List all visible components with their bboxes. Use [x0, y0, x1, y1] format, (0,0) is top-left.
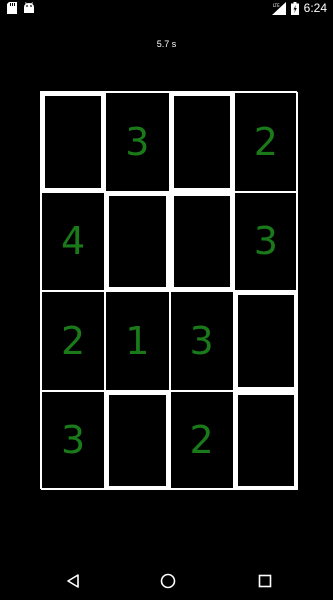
grid-cell[interactable] — [169, 191, 234, 291]
back-icon[interactable] — [63, 572, 83, 590]
navigation-bar — [0, 560, 333, 600]
battery-charging-icon — [290, 1, 299, 15]
signal-lte-icon: LTE — [271, 1, 286, 15]
svg-text:LTE: LTE — [273, 3, 280, 8]
grid-cell[interactable] — [105, 390, 170, 490]
status-bar: LTE 6:24 — [0, 0, 333, 20]
game-board: 324321332 — [40, 91, 298, 490]
home-icon[interactable] — [158, 572, 178, 590]
grid-cell[interactable]: 3 — [233, 191, 298, 291]
grid-cell[interactable]: 3 — [169, 291, 234, 391]
recents-icon[interactable] — [255, 572, 275, 590]
clock: 6:24 — [303, 1, 327, 15]
grid-cell[interactable]: 3 — [105, 92, 170, 192]
grid-cell[interactable] — [41, 92, 106, 192]
grid-cell[interactable]: 4 — [41, 191, 106, 291]
grid-cell[interactable] — [233, 291, 298, 391]
sd-card-icon — [7, 2, 17, 14]
elapsed-timer: 5.7 s — [156, 39, 177, 49]
grid-cell[interactable]: 2 — [233, 92, 298, 192]
android-icon — [23, 2, 35, 14]
grid-cell[interactable]: 1 — [105, 291, 170, 391]
grid-cell[interactable] — [169, 92, 234, 192]
grid-cell[interactable]: 2 — [169, 390, 234, 490]
grid-cell[interactable]: 2 — [41, 291, 106, 391]
grid-cell[interactable] — [233, 390, 298, 490]
grid-cell[interactable]: 3 — [41, 390, 106, 490]
grid-cell[interactable] — [105, 191, 170, 291]
